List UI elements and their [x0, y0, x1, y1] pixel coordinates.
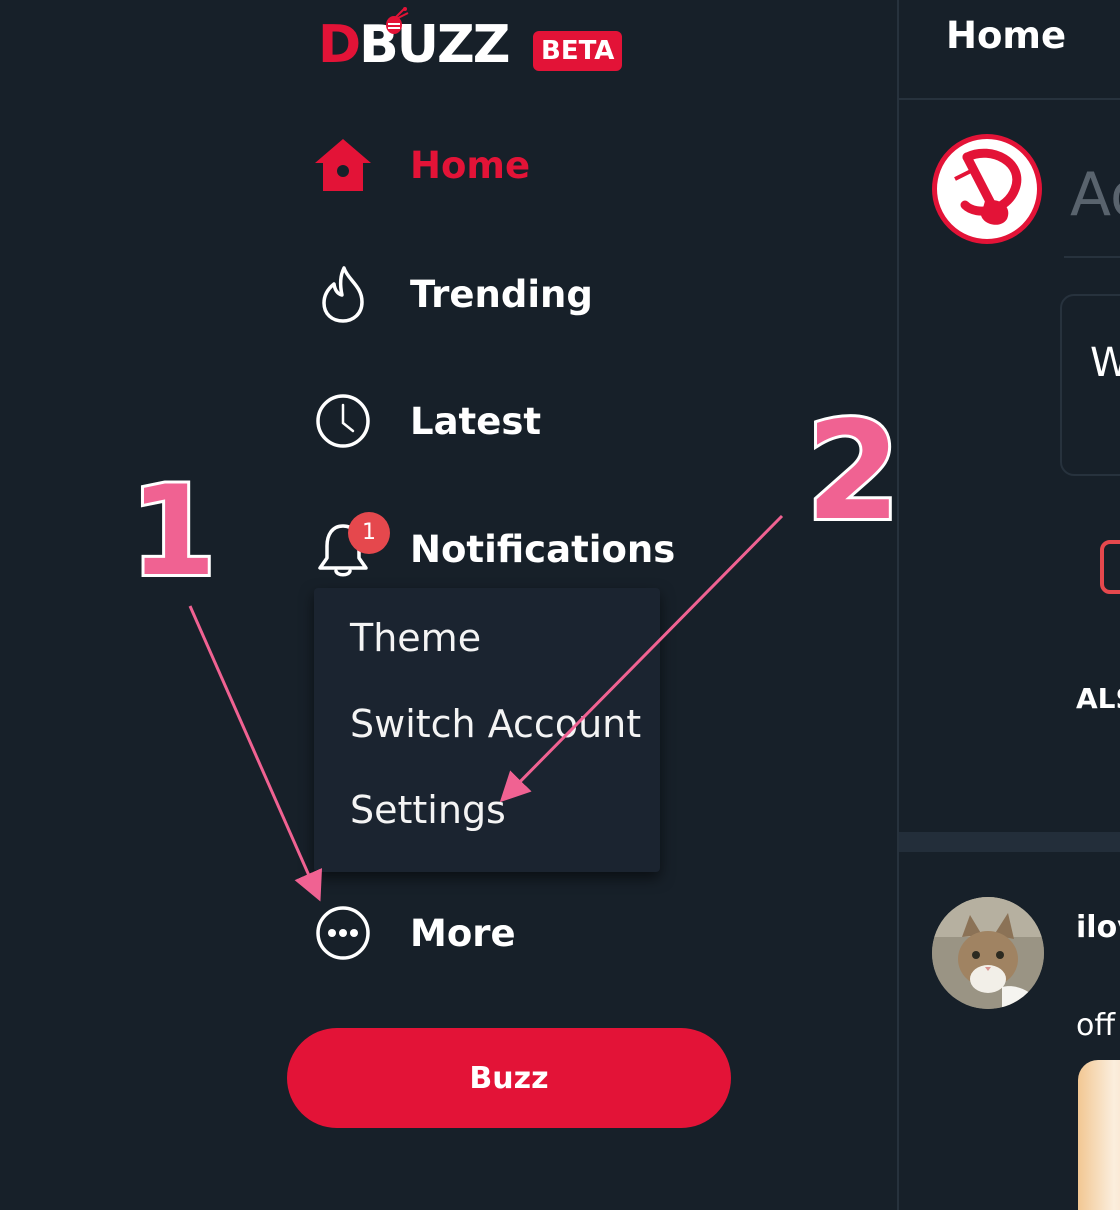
annotation-number-2: 2	[803, 393, 904, 551]
annotation-arrows	[188, 514, 784, 902]
page: DBUZZ BETA Home Trending Latest 1 Notifi…	[0, 0, 1120, 1210]
arrow-2	[499, 514, 784, 803]
arrow-1	[188, 605, 323, 902]
annotation-number-1: 1	[127, 460, 219, 604]
